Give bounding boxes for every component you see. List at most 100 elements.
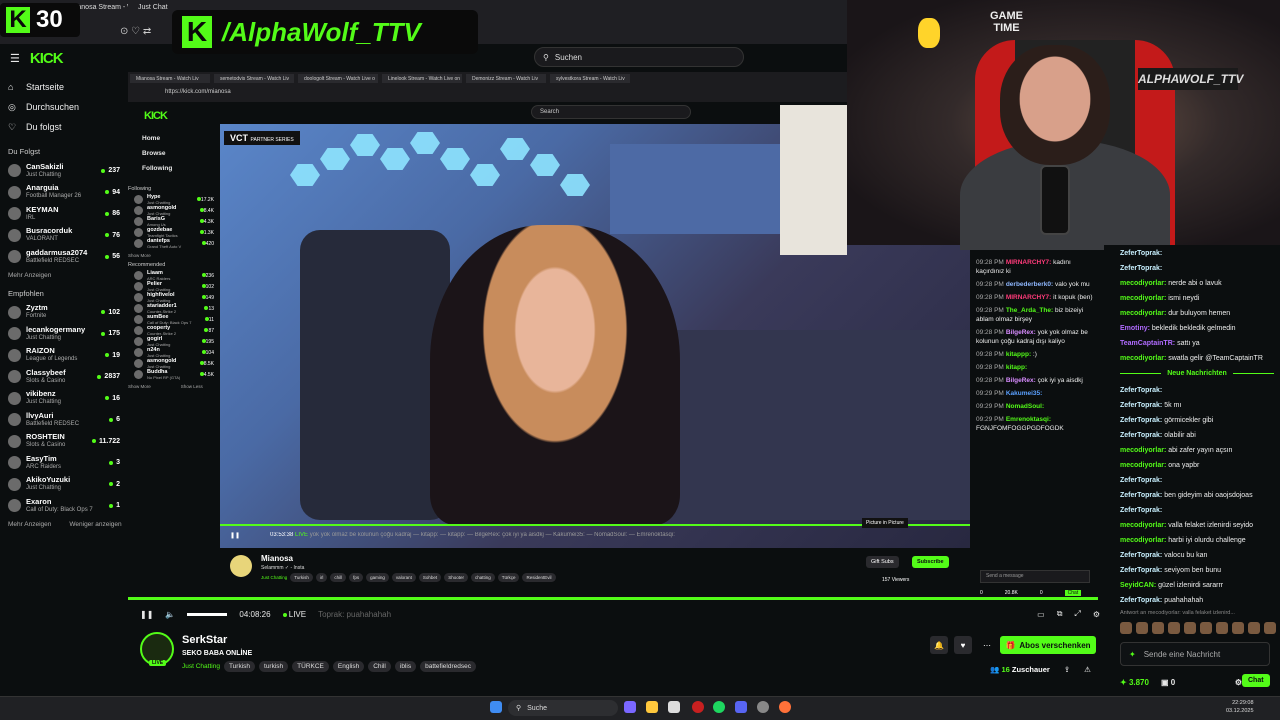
more-recommended-label[interactable]: Mehr Anzeigen [8,521,51,528]
inner-chat-user[interactable]: MIRNARCHY7: [1006,259,1052,266]
inner-subscribe-button[interactable]: Subscribe [912,556,949,568]
inner-nav-browse[interactable]: Browse [142,146,220,161]
spotify-icon[interactable] [713,701,725,713]
inner-chat-user[interactable]: Kakumei35: [1006,390,1043,397]
channel-item[interactable]: CanSakizli Just Chatting 237 [0,160,128,182]
chat-username[interactable]: mecodiyorlar: [1120,280,1166,287]
chat-username[interactable]: ZeferToprak: [1120,477,1162,484]
channel-item[interactable]: Buddha No Pixel RP (GTA) 4.5K [128,369,220,380]
inner-category-tag[interactable]: Just Chatting [261,573,287,582]
stream-tag[interactable]: iblis [394,661,417,672]
inner-chat-user[interactable]: kitappp: [1006,351,1031,358]
more-following[interactable]: Mehr Anzeigen [0,272,128,279]
inner-tag[interactable]: ResidentEvil [522,573,556,582]
sparkle-icon[interactable]: ✦ [1129,650,1136,659]
inner-chat-input[interactable]: Send a message [980,570,1090,583]
channel-item[interactable]: RAIZON League of Legends 19 [0,345,128,367]
channel-item[interactable]: vikibenz Just Chatting 16 [0,388,128,410]
channel-item[interactable]: highfivelol Just Chatting 149 [128,292,220,303]
inner-chat-user[interactable]: kitapp: [1006,364,1027,371]
nav-browse[interactable]: ◎ Durchsuchen [0,97,128,117]
channel-item[interactable]: Pelier Just Chatting 102 [128,281,220,292]
chat-username[interactable]: ZeferToprak: [1120,387,1162,394]
inner-tab[interactable]: doologolt Stream - Watch Live o [298,74,378,83]
pause-icon[interactable]: ❚❚ [140,610,153,619]
follow-heart-icon[interactable]: ♥ [954,636,972,654]
emote-icon[interactable] [1136,622,1148,634]
firefox-icon[interactable] [779,701,791,713]
chat-username[interactable]: ZeferToprak: [1120,402,1162,409]
channel-item[interactable]: asmongold Just Chatting 8.5K [128,358,220,369]
more-following-label[interactable]: Mehr Anzeigen [8,272,51,279]
stream-tag[interactable]: Turkish [223,661,256,672]
inner-chat-user[interactable]: NomadSoul: [1006,403,1044,410]
fullscreen-icon[interactable]: ⤢ [1074,609,1080,619]
streamer-name[interactable]: SerkStar [182,634,227,646]
inner-tag[interactable]: Turkish [290,573,313,582]
channel-item[interactable]: dantefps Grand Theft Auto V 420 [128,238,220,249]
inner-tag[interactable]: Türkçe [497,573,520,582]
outer-tab-1[interactable]: Just Chat [138,4,168,11]
folder-icon[interactable] [646,701,658,713]
stream-tag[interactable]: Chill [368,661,391,672]
channel-item[interactable]: asmongold Just Chatting 8.4K [128,205,220,216]
inner-tab[interactable]: Demonizz Stream - Watch Liv [466,74,546,83]
channel-item[interactable]: ROSHTEIN Slots & Casino 11.722 [0,431,128,453]
chat-username[interactable]: ZeferToprak: [1120,492,1162,499]
emote-icon[interactable] [1216,622,1228,634]
chat-username[interactable]: ZeferToprak: [1120,507,1162,514]
discord-icon[interactable] [735,701,747,713]
channel-item[interactable]: sumBee Call of Duty: Black Ops 7 11 [128,314,220,325]
channel-item[interactable]: llvyAuri Battlefield REDSEC 6 [0,409,128,431]
channel-item[interactable]: gaddarmusa2074 Battlefield REDSEC 56 [0,246,128,268]
gift-subs-button[interactable]: 🎁 Abos verschenken [1000,636,1096,654]
channel-item[interactable]: Hype Just Chatting 17.2K [128,194,220,205]
chat-input[interactable]: ✦ Sende eine Nachricht [1120,642,1270,666]
inner-chat-user[interactable]: Emrenoktasqi: [1006,416,1051,423]
stream-tag[interactable]: turkish [259,661,289,672]
channel-item[interactable]: Busracorduk VALORANT 76 [0,225,128,247]
gear-icon[interactable]: ⚙ [1093,610,1100,619]
stream-tag[interactable]: English [332,661,365,672]
channel-item[interactable]: Liaam ARC Raiders 236 [128,270,220,281]
volume-icon[interactable]: 🔈 [165,610,175,619]
channel-item[interactable]: KEYMAN IRL 86 [0,203,128,225]
inner-progress-bar[interactable] [220,524,970,526]
kick-logo[interactable]: KICK [30,50,64,67]
inner-streamer-avatar[interactable] [230,555,252,577]
inner-gift-subs-button[interactable]: Gift Subs [866,556,899,568]
inner-tag[interactable]: chatting [470,573,495,582]
theater-icon[interactable]: ▭ [1037,610,1045,619]
outer-progress-bar[interactable] [128,597,1098,600]
channel-item[interactable]: cooperty Counter-Strike 2 87 [128,325,220,336]
channel-item[interactable]: BarisG Among Us 4.3K [128,216,220,227]
category-tag[interactable]: Just Chatting [182,661,220,672]
inner-chat-user[interactable]: MIRNARCHY7: [1006,294,1052,301]
chat-send-button[interactable]: Chat [1242,674,1270,687]
channel-item[interactable]: AkikoYuzuki Just Chatting 2 [0,474,128,496]
inner-tab[interactable]: Linelook Stream - Watch Live on [382,74,462,83]
inner-chat-user[interactable]: derbederberk0: [1006,281,1053,288]
emote-icon[interactable] [1264,622,1276,634]
emote-icon[interactable] [1248,622,1260,634]
chat-username[interactable]: mecodiyorlar: [1120,537,1166,544]
inner-search-input[interactable]: Search [531,105,691,119]
bell-icon[interactable]: 🔔 [930,636,948,654]
volume-slider[interactable] [187,612,228,616]
emote-icon[interactable] [1184,622,1196,634]
settings-icon[interactable]: ⚙ [1235,678,1242,687]
chat-username[interactable]: ZeferToprak: [1120,417,1162,424]
report-icon[interactable]: ⚠ [1084,665,1091,674]
inner-tag[interactable]: Sohbet [418,573,442,582]
stream-tag[interactable]: TÜRKCE [292,661,329,672]
inner-url-bar[interactable]: https://kick.com/mianosa [165,89,231,95]
steam-icon[interactable] [757,701,769,713]
inner-chat-user[interactable]: BilgeRex: [1006,329,1036,336]
pip-icon[interactable]: ⧉ [1057,609,1063,619]
nav-arrows-icon[interactable]: ⊙ ♡ ⇄ [120,26,151,37]
inner-tag[interactable]: irl [315,573,328,582]
inner-tag[interactable]: chill [330,573,347,582]
chat-username[interactable]: ZeferToprak: [1120,552,1162,559]
nav-home[interactable]: ⌂ Startseite [0,77,128,97]
chat-username[interactable]: mecodiyorlar: [1120,310,1166,317]
